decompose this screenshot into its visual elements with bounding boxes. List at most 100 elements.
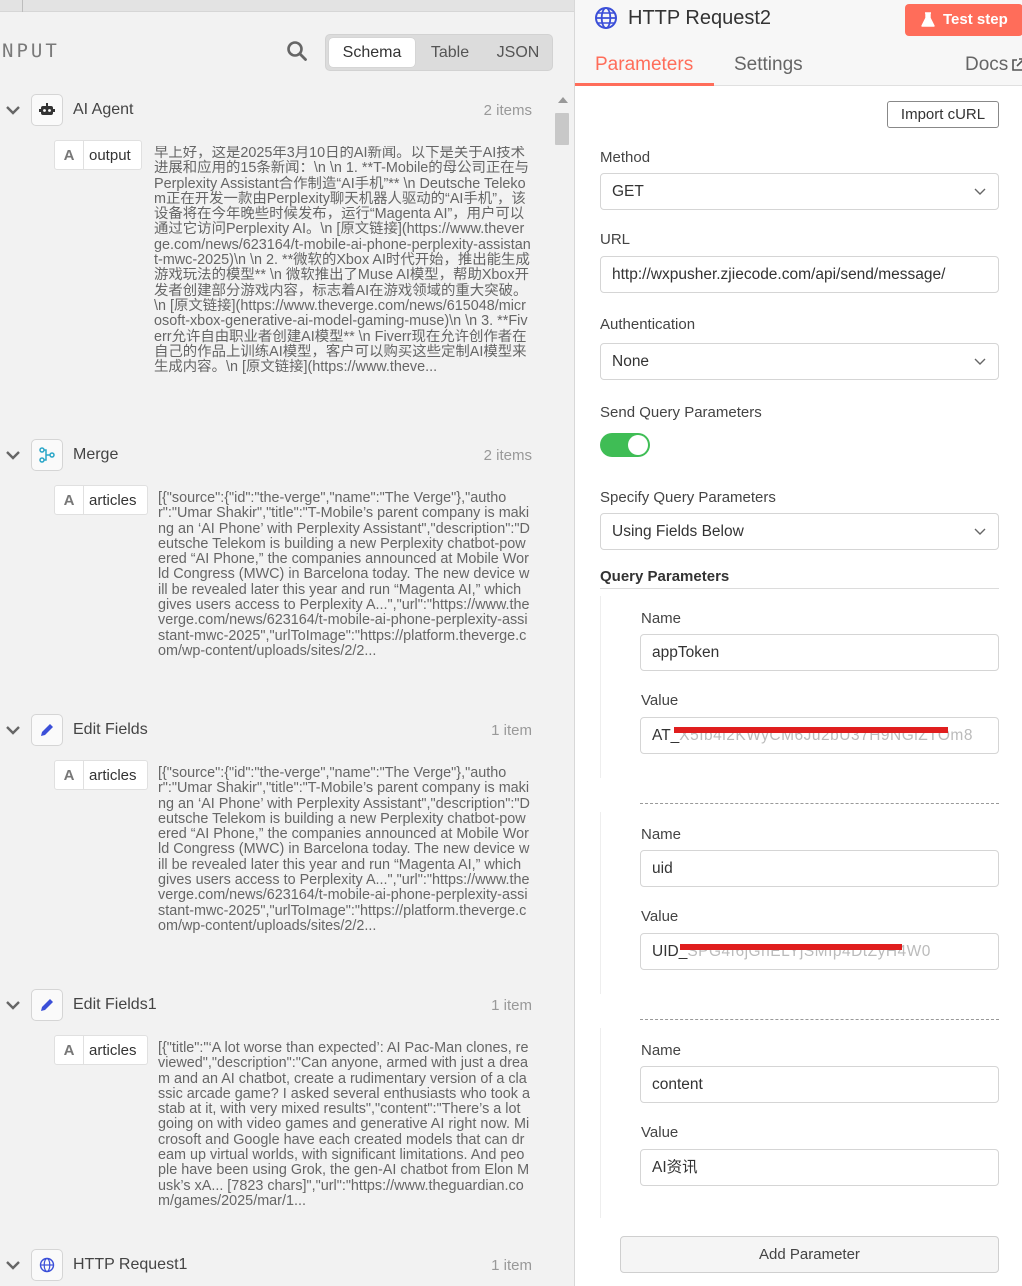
robot-icon xyxy=(31,94,63,126)
url-value: http://wxpusher.zjiecode.com/api/send/me… xyxy=(612,266,946,283)
param-name-label: Name xyxy=(641,826,682,843)
external-link-icon[interactable] xyxy=(1011,58,1022,72)
specify-query-select[interactable]: Using Fields Below xyxy=(600,513,999,550)
node-item-count: 1 item xyxy=(491,997,532,1014)
schema-field: A articles [{"title":"‘A lot worse than … xyxy=(52,1035,548,1241)
chevron-down-icon[interactable] xyxy=(5,447,21,463)
redaction-mark xyxy=(680,944,902,950)
param-name-label: Name xyxy=(641,1042,682,1059)
param-name-label: Name xyxy=(641,610,682,627)
chevron-down-icon[interactable] xyxy=(5,1257,21,1273)
method-select[interactable]: GET xyxy=(600,173,999,210)
node-ai-agent[interactable]: AI Agent 2 items xyxy=(0,90,548,130)
string-type-icon: A xyxy=(54,760,84,790)
param-name-input[interactable]: appToken xyxy=(640,634,999,671)
field-value: [{"source":{"id":"the-verge","name":"The… xyxy=(158,766,530,934)
pencil-icon xyxy=(31,714,63,746)
globe-icon xyxy=(31,1249,63,1281)
query-parameters-heading: Query Parameters xyxy=(600,568,730,585)
redaction-mark xyxy=(674,727,948,733)
tab-json[interactable]: JSON xyxy=(486,38,550,67)
flask-icon xyxy=(921,12,935,27)
url-label: URL xyxy=(600,231,631,248)
param-value-label: Value xyxy=(641,692,679,709)
tab-schema[interactable]: Schema xyxy=(329,38,415,67)
canvas-strip xyxy=(0,0,574,12)
authentication-value: None xyxy=(612,353,650,370)
string-type-icon: A xyxy=(54,140,84,170)
add-parameter-button[interactable]: Add Parameter xyxy=(620,1236,999,1273)
node-http-request1[interactable]: HTTP Request1 1 item xyxy=(0,1245,548,1285)
specify-query-value: Using Fields Below xyxy=(612,523,744,540)
chevron-down-icon[interactable] xyxy=(5,102,21,118)
query-param-content: Name Value xyxy=(600,1028,999,1218)
divider xyxy=(600,588,999,589)
field-value: 早上好，这是2025年3月10日的AI新闻。以下是关于AI技术进展和应用的15条… xyxy=(154,146,531,376)
pencil-icon xyxy=(31,989,63,1021)
param-separator xyxy=(640,1019,999,1020)
field-name[interactable]: output xyxy=(84,140,142,170)
param-separator xyxy=(640,803,999,804)
authentication-select[interactable]: None xyxy=(600,343,999,380)
schema-field: A articles [{"source":{"id":"the-verge",… xyxy=(52,760,548,982)
string-type-icon: A xyxy=(54,485,84,515)
param-value-label: Value xyxy=(641,908,679,925)
chevron-down-icon xyxy=(974,528,986,535)
import-curl-button[interactable]: Import cURL xyxy=(887,101,999,128)
field-name[interactable]: articles xyxy=(84,760,148,790)
param-value-label: Value xyxy=(641,1124,679,1141)
scrollbar-thumb[interactable] xyxy=(555,113,569,145)
param-name-value: appToken xyxy=(652,644,720,661)
param-name-input[interactable]: content xyxy=(640,1066,999,1103)
panel-header: HTTP Request2 Test step Parameters Setti… xyxy=(575,0,1022,86)
active-tab-indicator xyxy=(575,83,714,86)
tab-docs[interactable]: Docs xyxy=(965,54,1008,76)
param-name-input[interactable]: uid xyxy=(640,850,999,887)
chevron-down-icon xyxy=(974,358,986,365)
node-name: Edit Fields1 xyxy=(73,996,157,1013)
schema-field: A output 早上好，这是2025年3月10日的AI新闻。以下是关于AI技术… xyxy=(52,140,548,430)
test-step-button[interactable]: Test step xyxy=(905,4,1022,36)
param-value-input[interactable]: AI资讯 xyxy=(640,1149,999,1186)
tab-settings[interactable]: Settings xyxy=(734,54,803,76)
globe-icon xyxy=(595,7,617,29)
send-query-label: Send Query Parameters xyxy=(600,404,762,421)
chevron-down-icon[interactable] xyxy=(5,997,21,1013)
search-icon[interactable] xyxy=(286,40,308,62)
input-panel: NPUT Schema Table JSON AI Agent 2 items … xyxy=(0,0,574,1286)
node-item-count: 2 items xyxy=(483,447,532,464)
scroll-up-icon[interactable] xyxy=(558,97,568,103)
param-value-input[interactable]: UID_SPG4f6jGnELYjSMIp4DtZyH4W0 xyxy=(640,933,999,970)
chevron-down-icon[interactable] xyxy=(5,722,21,738)
node-title[interactable]: HTTP Request2 xyxy=(628,7,771,30)
toggle-knob xyxy=(628,435,648,455)
send-query-toggle[interactable] xyxy=(600,433,650,457)
node-name: HTTP Request1 xyxy=(73,1256,188,1273)
node-name: AI Agent xyxy=(73,101,134,118)
scrollbar[interactable] xyxy=(554,95,571,1286)
view-mode-switch: Schema Table JSON xyxy=(325,34,553,71)
test-step-label: Test step xyxy=(943,11,1008,28)
node-edit-fields1[interactable]: Edit Fields1 1 item xyxy=(0,985,548,1025)
method-value: GET xyxy=(612,183,644,200)
node-item-count: 1 item xyxy=(491,722,532,739)
field-name[interactable]: articles xyxy=(84,485,148,515)
node-edit-fields[interactable]: Edit Fields 1 item xyxy=(0,710,548,750)
node-merge[interactable]: Merge 2 items xyxy=(0,435,548,475)
chevron-down-icon xyxy=(974,188,986,195)
input-panel-title: NPUT xyxy=(2,40,60,62)
tab-table[interactable]: Table xyxy=(416,38,484,67)
field-name[interactable]: articles xyxy=(84,1035,148,1065)
node-name: Merge xyxy=(73,446,119,463)
param-value-text: AI资讯 xyxy=(652,1159,698,1176)
url-input[interactable]: http://wxpusher.zjiecode.com/api/send/me… xyxy=(600,256,999,293)
tab-parameters[interactable]: Parameters xyxy=(595,54,693,76)
node-item-count: 1 item xyxy=(491,1257,532,1274)
node-parameters-panel: HTTP Request2 Test step Parameters Setti… xyxy=(574,0,1022,1286)
schema-field: A articles [{"source":{"id":"the-verge",… xyxy=(52,485,548,707)
param-value-input[interactable]: AT_X5Ib4i2KWyCM6Ju2bU37H9NGiZTOm8 xyxy=(640,717,999,754)
authentication-label: Authentication xyxy=(600,316,696,333)
field-value: [{"source":{"id":"the-verge","name":"The… xyxy=(158,491,530,659)
node-name: Edit Fields xyxy=(73,721,148,738)
field-value: [{"title":"‘A lot worse than expected’: … xyxy=(158,1041,530,1209)
